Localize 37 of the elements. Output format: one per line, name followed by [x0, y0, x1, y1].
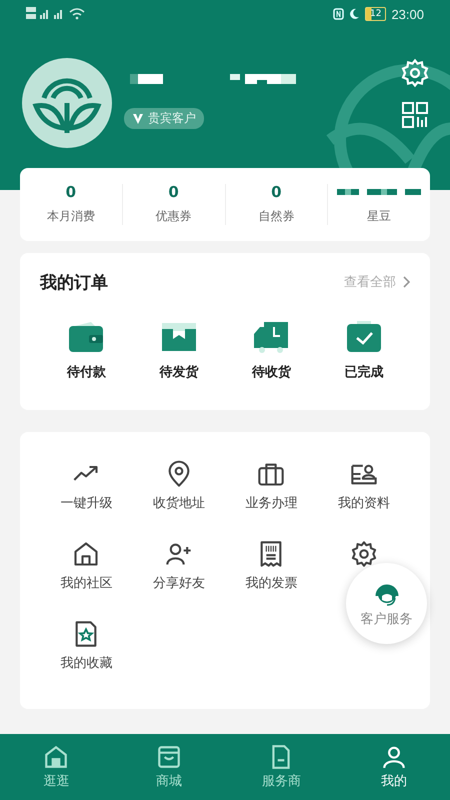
order-status-label[interactable]: 待发货	[159, 363, 198, 381]
order-status-label[interactable]: 待收货	[252, 363, 291, 381]
nfc-icon	[333, 8, 344, 20]
stat-value: 0	[168, 184, 179, 200]
order-status-label[interactable]: 待付款	[66, 363, 106, 381]
section-title: 我的订单	[40, 272, 108, 294]
badge-label: 贵宾客户	[148, 110, 196, 127]
qr-code-icon[interactable]	[402, 102, 428, 128]
stat-label: 优惠券	[156, 208, 192, 225]
truck-icon[interactable]	[252, 319, 290, 355]
chevron-right-icon	[402, 276, 410, 288]
v-icon	[132, 112, 144, 124]
service-label[interactable]: 我的社区	[60, 574, 112, 592]
service-label[interactable]: 分享好友	[152, 574, 205, 592]
service-label[interactable]: 收货地址	[152, 494, 205, 512]
wallet-icon[interactable]	[67, 319, 106, 355]
service-label[interactable]: 业务办理	[245, 494, 298, 512]
home-icon	[43, 744, 70, 770]
settings-icon[interactable]	[350, 540, 378, 568]
settings-icon[interactable]	[400, 58, 430, 88]
service-label[interactable]: 一键升级	[60, 494, 112, 512]
service-label[interactable]: 我的资料	[338, 494, 390, 512]
stat-value: 0	[66, 184, 76, 200]
checkmark-clipboard-icon[interactable]	[344, 319, 383, 355]
stat-value: 0	[271, 184, 282, 200]
stat-label: 自然券	[258, 208, 294, 225]
stat-label: 本月消费	[46, 208, 95, 225]
stat-label: 星豆	[367, 208, 392, 225]
nav-tab[interactable]: 我的	[338, 734, 450, 800]
user-icon	[380, 744, 407, 770]
home-icon[interactable]	[72, 540, 100, 568]
moon-icon	[349, 8, 360, 20]
order-status-label[interactable]: 已完成	[344, 363, 384, 381]
service-label[interactable]: 我的发票	[245, 574, 298, 592]
clock-time: 23:00	[391, 6, 424, 22]
service-label[interactable]: 我的收藏	[60, 654, 112, 672]
shopping-bag-icon	[156, 744, 182, 770]
